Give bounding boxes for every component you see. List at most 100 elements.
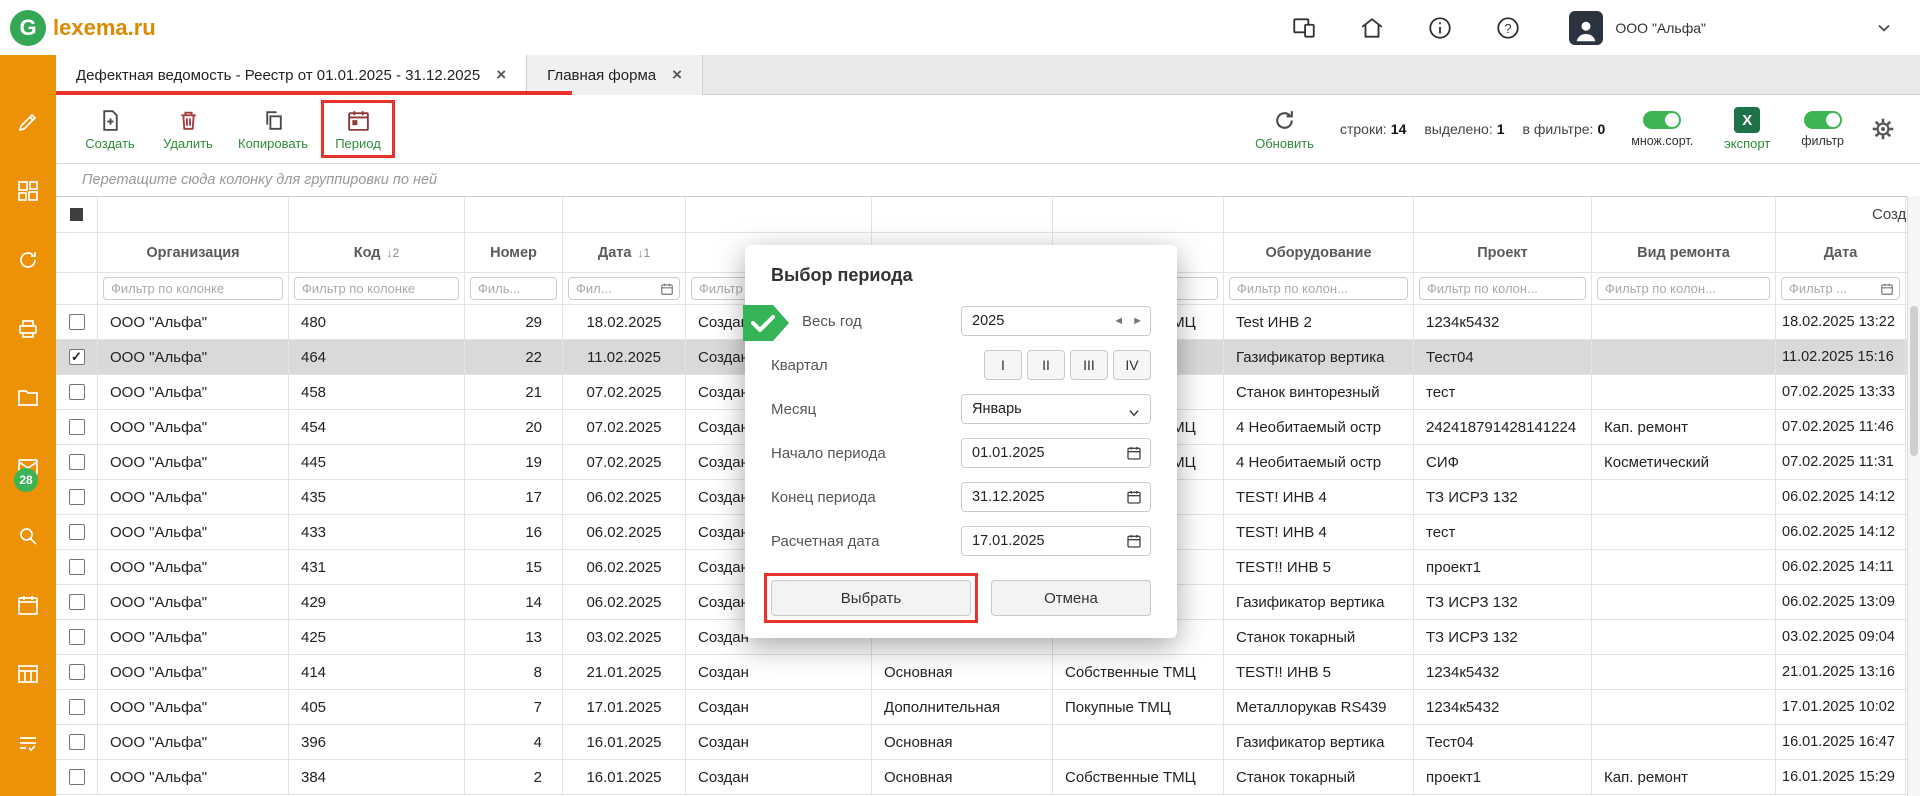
row-checkbox[interactable]: ✓	[69, 349, 85, 365]
copy-button[interactable]: Копировать	[238, 108, 308, 151]
filter-cdate-input[interactable]	[1781, 277, 1900, 300]
cell-org: ООО "Альфа"	[98, 655, 289, 689]
close-icon[interactable]: ×	[672, 65, 682, 85]
column-header-cdate[interactable]: Дата	[1776, 233, 1906, 272]
period-start-input[interactable]	[961, 438, 1151, 468]
sidebar-item-tables[interactable]	[16, 662, 40, 686]
filter-toggle-label: фильтр	[1801, 134, 1844, 148]
row-checkbox[interactable]	[69, 454, 85, 470]
group-by-bar[interactable]: Перетащите сюда колонку для группировки …	[56, 163, 1920, 196]
year-prev-icon[interactable]: ◄	[1113, 315, 1124, 327]
cell-status: Создан	[686, 725, 872, 759]
cell-date: 06.02.2025	[563, 515, 686, 549]
cell-status: Создан	[686, 690, 872, 724]
filter-repair-input[interactable]	[1597, 277, 1770, 300]
row-checkbox[interactable]	[69, 664, 85, 680]
filter-project-input[interactable]	[1419, 277, 1586, 300]
cell-code: 405	[289, 690, 465, 724]
column-header-project[interactable]: Проект	[1414, 233, 1592, 272]
info-icon[interactable]	[1427, 15, 1453, 41]
filter-cell-date	[563, 273, 686, 304]
sidebar-item-files[interactable]	[16, 386, 40, 410]
create-button[interactable]: Создать	[82, 108, 138, 151]
tab-label: Дефектная ведомость - Реестр от 01.01.20…	[76, 67, 480, 84]
row-checkbox[interactable]	[69, 384, 85, 400]
table-row[interactable]: ООО "Альфа"405717.01.2025СозданДополните…	[56, 690, 1920, 725]
column-header-repair[interactable]: Вид ремонта	[1592, 233, 1776, 272]
quarter-3-button[interactable]: III	[1070, 350, 1108, 380]
table-row[interactable]: ООО "Альфа"384216.01.2025СозданОсновнаяС…	[56, 760, 1920, 795]
sidebar-item-print[interactable]	[16, 317, 40, 341]
new-document-icon	[98, 108, 123, 133]
row-checkbox[interactable]	[69, 629, 85, 645]
sidebar-item-edit[interactable]	[16, 110, 40, 134]
cell-num: 15	[465, 550, 563, 584]
export-button[interactable]: X экспорт	[1719, 107, 1775, 151]
quarter-1-button[interactable]: I	[984, 350, 1022, 380]
column-header-org[interactable]: Организация	[98, 233, 289, 272]
cell-num: 16	[465, 515, 563, 549]
row-checkbox[interactable]	[69, 419, 85, 435]
cell-num: 19	[465, 445, 563, 479]
filter-num-input[interactable]	[470, 277, 557, 300]
filter-org-input[interactable]	[103, 277, 283, 300]
table-row[interactable]: ООО "Альфа"414821.01.2025СозданОсновнаяС…	[56, 655, 1920, 690]
home-icon[interactable]	[1359, 15, 1385, 41]
scrollbar-thumb[interactable]	[1910, 306, 1918, 456]
refresh-button[interactable]: Обновить	[1255, 108, 1314, 151]
row-checkbox-cell	[56, 550, 98, 584]
cell-equip: Станок токарный	[1224, 620, 1414, 654]
chevron-down-icon[interactable]	[1874, 18, 1894, 38]
help-icon[interactable]: ?	[1495, 15, 1521, 41]
cell-date: 21.01.2025	[563, 655, 686, 689]
cell-project: Тест04	[1414, 725, 1592, 759]
month-select[interactable]: Январь	[961, 394, 1151, 424]
cell-num: 2	[465, 760, 563, 794]
calc-date-input[interactable]	[961, 526, 1151, 556]
table-row[interactable]: ООО "Альфа"396416.01.2025СозданОсновнаяГ…	[56, 725, 1920, 760]
tab-main-form[interactable]: Главная форма ×	[527, 55, 703, 95]
row-checkbox[interactable]	[69, 559, 85, 575]
period-start-wrap	[961, 438, 1151, 468]
filter-toggle[interactable]	[1804, 111, 1842, 129]
sidebar-item-modules[interactable]	[16, 179, 40, 203]
row-checkbox[interactable]	[69, 314, 85, 330]
quarter-4-button[interactable]: IV	[1113, 350, 1151, 380]
cancel-button[interactable]: Отмена	[991, 580, 1151, 616]
delete-button[interactable]: Удалить	[160, 108, 216, 151]
sidebar-item-calendar[interactable]	[16, 593, 40, 617]
year-next-icon[interactable]: ►	[1132, 315, 1143, 327]
devices-icon[interactable]	[1291, 15, 1317, 41]
period-end-input[interactable]	[961, 482, 1151, 512]
close-icon[interactable]: ×	[496, 65, 506, 85]
sidebar-item-search[interactable]	[16, 524, 40, 548]
row-checkbox[interactable]	[69, 594, 85, 610]
filter-equip-input[interactable]	[1229, 277, 1408, 300]
select-button[interactable]: Выбрать	[771, 580, 971, 616]
row-checkbox[interactable]	[69, 489, 85, 505]
tab-defect-register[interactable]: Дефектная ведомость - Реестр от 01.01.20…	[56, 55, 527, 95]
column-header-num[interactable]: Номер	[465, 233, 563, 272]
sidebar-item-tasks[interactable]	[16, 731, 40, 755]
filter-code-input[interactable]	[294, 277, 459, 300]
user-avatar[interactable]	[1569, 11, 1603, 45]
sidebar-item-sync[interactable]	[16, 248, 40, 272]
lexema-logo[interactable]: G lexema.ru	[0, 10, 156, 46]
table-icon	[16, 662, 40, 686]
gear-icon[interactable]	[1870, 116, 1896, 142]
column-header-equip[interactable]: Оборудование	[1224, 233, 1414, 272]
filter-date-input[interactable]	[568, 277, 680, 300]
stat-filtered: в фильтре:0	[1523, 121, 1606, 137]
column-header-code[interactable]: Код↓2	[289, 233, 465, 272]
multisort-toggle[interactable]	[1643, 111, 1681, 129]
quarter-2-button[interactable]: II	[1027, 350, 1065, 380]
row-checkbox[interactable]	[69, 524, 85, 540]
select-all-checkbox[interactable]	[70, 208, 83, 221]
vertical-scrollbar[interactable]	[1907, 196, 1920, 796]
column-header-date[interactable]: Дата↓1	[563, 233, 686, 272]
row-checkbox[interactable]	[69, 734, 85, 750]
row-checkbox[interactable]	[69, 699, 85, 715]
period-button[interactable]: Период	[330, 108, 386, 151]
account-name[interactable]: ООО "Альфа"	[1615, 20, 1706, 36]
row-checkbox[interactable]	[69, 769, 85, 785]
